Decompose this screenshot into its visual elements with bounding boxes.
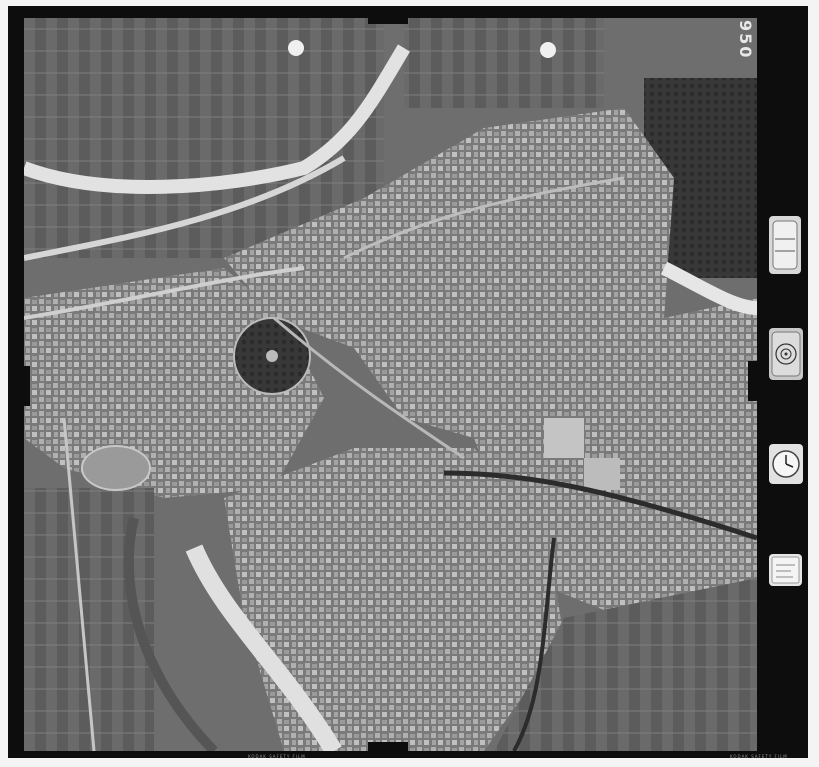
farmland-top-right — [404, 18, 604, 108]
film-frame: 950 — [8, 6, 808, 758]
notch-bottom — [368, 742, 408, 758]
south-district — [224, 448, 564, 751]
open-square — [544, 418, 584, 458]
fiducial-mark-1 — [288, 40, 304, 56]
aerial-photo — [24, 18, 757, 751]
data-label-instrument — [769, 554, 802, 586]
edge-print-right: KODAK SAFETY FILM — [730, 754, 788, 759]
edge-print-left: KODAK SAFETY FILM — [248, 754, 306, 759]
level-bubble-instrument — [769, 328, 803, 380]
clock-instrument — [769, 444, 803, 484]
stadium — [81, 445, 151, 491]
park-center — [266, 350, 278, 362]
altimeter-instrument — [769, 216, 801, 274]
notch-left — [8, 366, 30, 406]
open-square-2 — [584, 458, 620, 490]
fiducial-mark-2 — [540, 42, 556, 58]
notch-top — [368, 6, 408, 24]
notch-right — [748, 361, 762, 401]
frame-number: 950 — [736, 20, 755, 60]
